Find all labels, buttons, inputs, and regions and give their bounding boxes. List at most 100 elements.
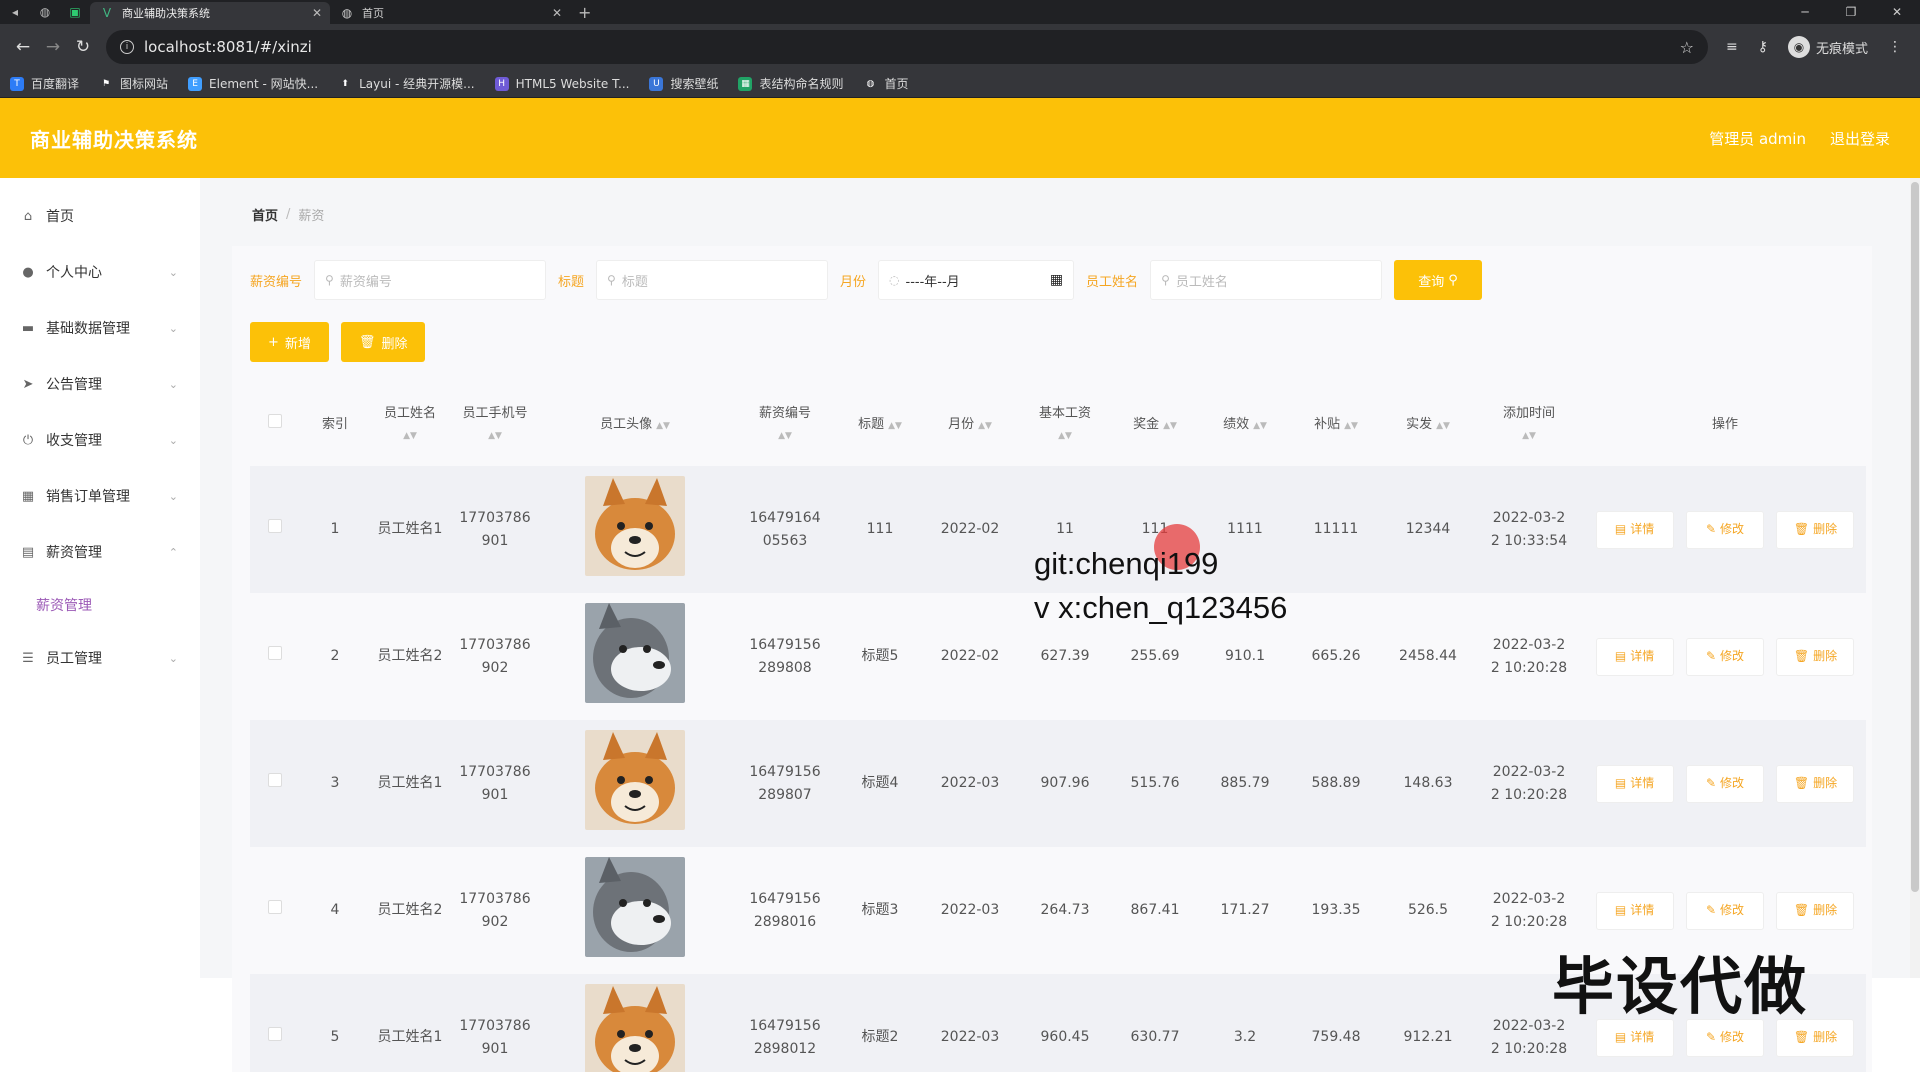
col-name[interactable]: 员工姓名 ▲▼ — [370, 384, 450, 466]
row-checkbox[interactable] — [268, 519, 282, 533]
bookmark[interactable]: ▦ 表结构命名规则 — [738, 75, 843, 92]
col-net[interactable]: 实发 ▲▼ — [1382, 384, 1474, 466]
delete-button[interactable]: 🗑 删除 — [1776, 510, 1855, 549]
close-window-icon[interactable]: ✕ — [1874, 0, 1920, 24]
logout-link[interactable]: 退出登录 — [1830, 128, 1890, 149]
delete-button[interactable]: 🗑 删除 — [1776, 891, 1855, 930]
sort-icon[interactable]: ▲▼ — [730, 425, 840, 447]
info-icon[interactable]: i — [120, 40, 134, 54]
title-input[interactable]: ⚲ 标题 — [596, 260, 829, 300]
tab-globe-icon[interactable]: ◍ — [30, 0, 60, 24]
employee-avatar[interactable] — [585, 475, 685, 576]
key-icon[interactable]: ⚷ — [1758, 39, 1768, 55]
detail-button[interactable]: ▤ 详情 — [1595, 891, 1674, 930]
employee-avatar[interactable] — [585, 856, 685, 957]
sidebar-item-basic-data[interactable]: ▬ 基础数据管理 ⌄ — [0, 300, 200, 356]
bookmark[interactable]: H HTML5 Website T... — [494, 76, 629, 91]
bookmark[interactable]: ⚑ 图标网站 — [99, 75, 168, 92]
more-icon[interactable]: ⋮ — [1888, 39, 1902, 55]
sort-icon[interactable]: ▲▼ — [370, 425, 450, 447]
bookmark[interactable]: U 搜索壁纸 — [649, 75, 718, 92]
bookmark[interactable]: T 百度翻译 — [10, 75, 79, 92]
col-month[interactable]: 月份 ▲▼ — [920, 384, 1020, 466]
close-icon[interactable]: ✕ — [552, 6, 562, 20]
sort-icon[interactable]: ▲▼ — [450, 425, 540, 447]
star-icon[interactable]: ☆ — [1680, 38, 1694, 57]
sort-icon[interactable]: ▲▼ — [656, 421, 670, 431]
detail-button[interactable]: ▤ 详情 — [1595, 510, 1674, 549]
forward-icon[interactable]: → — [38, 37, 68, 57]
col-base[interactable]: 基本工资 ▲▼ — [1020, 384, 1110, 466]
sort-icon[interactable]: ▲▼ — [978, 421, 992, 431]
col-title[interactable]: 标题 ▲▼ — [840, 384, 920, 466]
new-tab-icon[interactable]: + — [578, 3, 591, 22]
employee-name-input[interactable]: ⚲ 员工姓名 — [1150, 260, 1383, 300]
sidebar-item-staff[interactable]: ☰ 员工管理 ⌄ — [0, 630, 200, 686]
detail-button[interactable]: ▤ 详情 — [1595, 764, 1674, 803]
query-button[interactable]: 查询 ⚲ — [1394, 260, 1483, 300]
sort-icon[interactable]: ▲▼ — [1020, 425, 1110, 447]
detail-button[interactable]: ▤ 详情 — [1595, 637, 1674, 676]
batch-delete-button[interactable]: 🗑 删除 — [340, 322, 426, 362]
cell-bonus: 867.41 — [1130, 902, 1180, 918]
sidebar-item-orders[interactable]: ▦ 销售订单管理 ⌄ — [0, 468, 200, 524]
back-icon[interactable]: ← — [8, 37, 38, 57]
tab-audio-icon[interactable]: ◂ — [0, 0, 30, 24]
bookmark[interactable]: ⬆ Layui - 经典开源模... — [338, 75, 474, 92]
reload-icon[interactable]: ↻ — [68, 37, 98, 57]
sort-icon[interactable]: ▲▼ — [1344, 421, 1358, 431]
bookmark[interactable]: E Element - 网站快... — [188, 75, 318, 92]
add-button[interactable]: + 新增 — [250, 322, 329, 362]
cell-month: 2022-02 — [940, 521, 1000, 537]
col-bonus[interactable]: 奖金 ▲▼ — [1110, 384, 1200, 466]
employee-avatar[interactable] — [585, 983, 685, 1072]
calendar-icon[interactable]: ▦ — [1050, 272, 1063, 288]
sidebar-item-home[interactable]: ⌂ 首页 — [0, 188, 200, 244]
row-checkbox[interactable] — [268, 646, 282, 660]
tab-app-icon[interactable]: ▣ — [60, 0, 90, 24]
delete-button[interactable]: 🗑 删除 — [1776, 637, 1855, 676]
edit-button[interactable]: ✎ 修改 — [1686, 510, 1764, 549]
bookmark[interactable]: ◍ 首页 — [863, 75, 909, 92]
row-checkbox[interactable] — [268, 773, 282, 787]
delete-button[interactable]: 🗑 删除 — [1776, 764, 1855, 803]
sidebar-item-profile[interactable]: ● 个人中心 ⌄ — [0, 244, 200, 300]
row-checkbox[interactable] — [268, 900, 282, 914]
browser-tab[interactable]: ◍ 首页 ✕ — [330, 2, 570, 24]
url-field[interactable]: i localhost:8081/#/xinzi ☆ — [106, 30, 1708, 64]
sort-icon[interactable]: ▲▼ — [1253, 421, 1267, 431]
col-avatar[interactable]: 员工头像 ▲▼ — [540, 384, 730, 466]
edit-button[interactable]: ✎ 修改 — [1686, 637, 1764, 676]
close-icon[interactable]: ✕ — [312, 6, 322, 20]
incognito-indicator[interactable]: ◉ 无痕模式 — [1787, 36, 1868, 58]
sidebar-subitem-salary[interactable]: 薪资管理 — [0, 580, 200, 630]
sort-icon[interactable]: ▲▼ — [1436, 421, 1450, 431]
scrollbar[interactable] — [1910, 178, 1920, 978]
sort-icon[interactable]: ▲▼ — [1163, 421, 1177, 431]
cell-code: 16479156 2898016 — [749, 890, 821, 930]
edit-button[interactable]: ✎ 修改 — [1686, 891, 1764, 930]
sidebar-item-notice[interactable]: ➤ 公告管理 ⌄ — [0, 356, 200, 412]
minimize-icon[interactable]: ─ — [1782, 0, 1828, 24]
col-perf[interactable]: 绩效 ▲▼ — [1200, 384, 1290, 466]
sidebar-item-salary[interactable]: ▤ 薪资管理 ⌃ — [0, 524, 200, 580]
edit-button[interactable]: ✎ 修改 — [1686, 764, 1764, 803]
col-subsidy[interactable]: 补贴 ▲▼ — [1290, 384, 1382, 466]
col-phone[interactable]: 员工手机号 ▲▼ — [450, 384, 540, 466]
col-code[interactable]: 薪资编号 ▲▼ — [730, 384, 840, 466]
row-checkbox[interactable] — [268, 1027, 282, 1041]
restore-icon[interactable]: ❐ — [1828, 0, 1874, 24]
sort-icon[interactable]: ▲▼ — [1474, 425, 1584, 447]
breadcrumb-home[interactable]: 首页 — [252, 205, 278, 224]
employee-avatar[interactable] — [585, 602, 685, 703]
month-picker[interactable]: ◌ ----年--月 ▦ — [878, 260, 1075, 300]
employee-avatar[interactable] — [585, 729, 685, 830]
salary-code-input[interactable]: ⚲ 薪资编号 — [314, 260, 547, 300]
sidebar-item-finance[interactable]: ⏻ 收支管理 ⌄ — [0, 412, 200, 468]
select-all-checkbox[interactable] — [268, 414, 282, 428]
col-time[interactable]: 添加时间 ▲▼ — [1474, 384, 1584, 466]
reading-list-icon[interactable]: ≡ — [1726, 39, 1738, 55]
sort-icon[interactable]: ▲▼ — [888, 421, 902, 431]
browser-tab-active[interactable]: V 商业辅助决策系统 ✕ — [90, 2, 330, 24]
scrollbar-thumb[interactable] — [1911, 182, 1919, 892]
